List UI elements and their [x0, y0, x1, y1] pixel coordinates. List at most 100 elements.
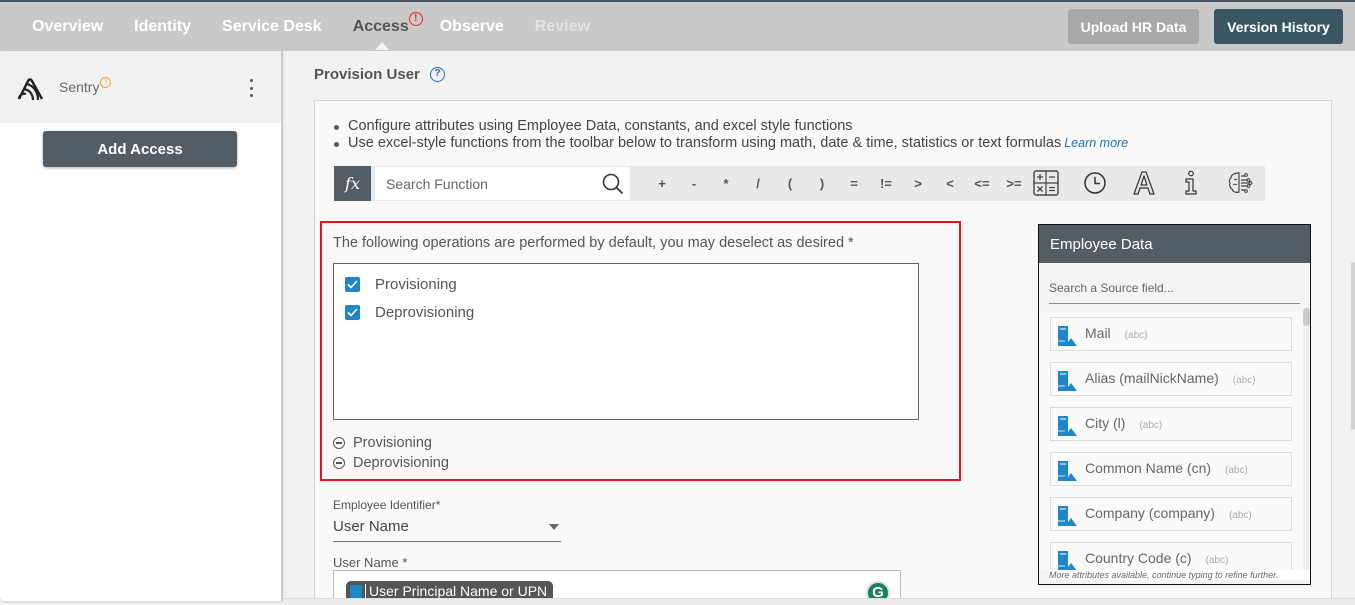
- field-type: (abc): [1124, 330, 1148, 341]
- operator-greater[interactable]: >: [902, 176, 934, 191]
- main-tabs: Overview Identity Service Desk Access ! …: [32, 2, 621, 51]
- search-function-input[interactable]: [375, 167, 585, 200]
- field-type: (abc): [1205, 555, 1229, 566]
- tab-identity[interactable]: Identity: [134, 18, 191, 36]
- source-field-item[interactable]: Company (company) (abc): [1050, 497, 1292, 531]
- checkbox-provisioning[interactable]: Provisioning: [345, 276, 457, 293]
- learn-more-link[interactable]: Learn more: [1064, 136, 1128, 150]
- field-type: (abc): [1228, 510, 1252, 521]
- math-icon[interactable]: [1033, 170, 1059, 201]
- field-type: (abc): [1139, 420, 1163, 431]
- info-icon[interactable]: [1181, 170, 1201, 201]
- source-list-scrollbar[interactable]: [1303, 308, 1310, 571]
- operator-divide[interactable]: /: [742, 176, 774, 191]
- clock-icon[interactable]: [1083, 170, 1107, 201]
- operator-buttons: + - * / ( ) = != > < <= >=: [646, 166, 1030, 201]
- page-scrollbar[interactable]: [1351, 262, 1355, 430]
- collapse-label: Provisioning: [353, 435, 432, 451]
- field-name: Mail: [1085, 325, 1111, 341]
- checkbox-checked-icon[interactable]: [345, 277, 360, 292]
- field-name: City (l): [1085, 415, 1126, 431]
- field-attribute-icon: [1057, 550, 1077, 570]
- ai-brain-icon[interactable]: [1227, 170, 1253, 201]
- tab-label: Identity: [134, 17, 192, 35]
- operator-less[interactable]: <: [934, 176, 966, 191]
- employee-data-panel: Employee Data Mail (abc) Alias (mailNickN…: [1038, 224, 1311, 585]
- tab-access[interactable]: Access !: [352, 11, 423, 50]
- operator-minus[interactable]: -: [678, 176, 710, 191]
- collapse-provisioning[interactable]: Provisioning: [333, 435, 432, 451]
- operator-equals[interactable]: =: [838, 176, 870, 191]
- help-icon[interactable]: ?: [429, 67, 445, 82]
- source-field-item[interactable]: Country Code (c) (abc): [1050, 542, 1292, 570]
- operator-less-equal[interactable]: <=: [966, 176, 998, 191]
- employee-identifier-label: Employee Identifier*: [333, 498, 441, 512]
- app-sidebar: Sentry! Add Access: [0, 51, 283, 601]
- user-name-label: User Name *: [333, 555, 408, 570]
- field-attribute-icon: [1057, 415, 1077, 442]
- tab-service-desk[interactable]: Service Desk: [222, 18, 322, 36]
- operator-greater-equal[interactable]: >=: [998, 176, 1030, 191]
- warning-icon: !: [100, 77, 112, 88]
- default-operations-section: The following operations are performed b…: [320, 221, 961, 481]
- page-title-text: Provision User: [314, 66, 420, 83]
- field-type: (abc): [1225, 465, 1248, 476]
- instruction-item: Use excel-style functions from the toolb…: [332, 135, 1128, 152]
- source-field-item[interactable]: Alias (mailNickName) (abc): [1050, 362, 1292, 396]
- more-attributes-note: More attributes available, continue typi…: [1049, 570, 1310, 580]
- field-attribute-icon: [1057, 505, 1077, 532]
- upload-hr-data-button[interactable]: Upload HR Data: [1068, 9, 1199, 44]
- collapse-label: Deprovisioning: [353, 455, 449, 471]
- source-field-item[interactable]: Mail (abc): [1050, 317, 1292, 351]
- collapse-deprovisioning[interactable]: Deprovisioning: [333, 455, 449, 471]
- checkbox-label: Provisioning: [375, 276, 457, 293]
- attribute-icon: [350, 585, 362, 599]
- operator-plus[interactable]: +: [646, 176, 678, 191]
- page-title: Provision User ?: [314, 66, 445, 83]
- source-field-item[interactable]: City (l) (abc): [1050, 407, 1292, 441]
- chip-label: User Principal Name or UPN: [369, 583, 548, 599]
- tab-overview[interactable]: Overview: [32, 18, 103, 36]
- collapse-minus-icon: [333, 457, 345, 469]
- field-attribute-icon: [1057, 460, 1077, 487]
- tab-label: Access: [352, 17, 409, 35]
- top-navigation-bar: Overview Identity Service Desk Access ! …: [0, 0, 1355, 51]
- app-name: Sentry!: [59, 77, 112, 95]
- selected-value: User Name: [333, 518, 409, 535]
- operations-checkbox-list: Provisioning Deprovisioning: [333, 263, 919, 420]
- operator-close-paren[interactable]: ): [806, 176, 838, 191]
- employee-identifier-select[interactable]: User Name: [333, 515, 561, 542]
- operator-multiply[interactable]: *: [710, 176, 742, 191]
- operator-not-equals[interactable]: !=: [870, 176, 902, 191]
- fx-icon[interactable]: fx: [334, 166, 371, 201]
- version-history-button[interactable]: Version History: [1214, 9, 1343, 44]
- field-name: Common Name (cn): [1085, 460, 1212, 476]
- app-item-sentry[interactable]: Sentry!: [0, 51, 281, 123]
- scrollbar-thumb[interactable]: [1303, 308, 1310, 326]
- bottom-edge: [283, 598, 1355, 605]
- dropdown-arrow-icon: [549, 524, 559, 530]
- instructions: Configure attributes using Employee Data…: [332, 118, 1128, 152]
- field-type: (abc): [1232, 375, 1256, 386]
- more-options-icon[interactable]: [246, 79, 256, 97]
- instruction-item: Configure attributes using Employee Data…: [332, 118, 1128, 135]
- text-icon[interactable]: [1132, 170, 1156, 201]
- tab-label: Service Desk: [222, 17, 322, 35]
- search-icon[interactable]: [602, 173, 624, 200]
- checkbox-deprovisioning[interactable]: Deprovisioning: [345, 304, 474, 321]
- field-name: Company (company): [1085, 505, 1215, 521]
- app-name-text: Sentry: [59, 79, 100, 95]
- tab-review[interactable]: Review: [535, 18, 590, 36]
- source-field-item[interactable]: Common Name (cn) (abc): [1050, 452, 1292, 486]
- source-field-search: [1049, 275, 1300, 304]
- checkbox-checked-icon[interactable]: [345, 305, 360, 320]
- operator-open-paren[interactable]: (: [774, 176, 806, 191]
- alert-icon: !: [408, 11, 423, 26]
- tab-label: Observe: [439, 17, 504, 35]
- tab-label: Overview: [32, 17, 104, 35]
- function-toolbar: fx + - * / ( ) = != > < <= >=: [334, 166, 1265, 201]
- source-field-search-input[interactable]: [1049, 275, 1300, 301]
- add-access-button[interactable]: Add Access: [43, 131, 237, 167]
- active-tab-caret: [374, 41, 389, 50]
- tab-observe[interactable]: Observe: [440, 18, 504, 36]
